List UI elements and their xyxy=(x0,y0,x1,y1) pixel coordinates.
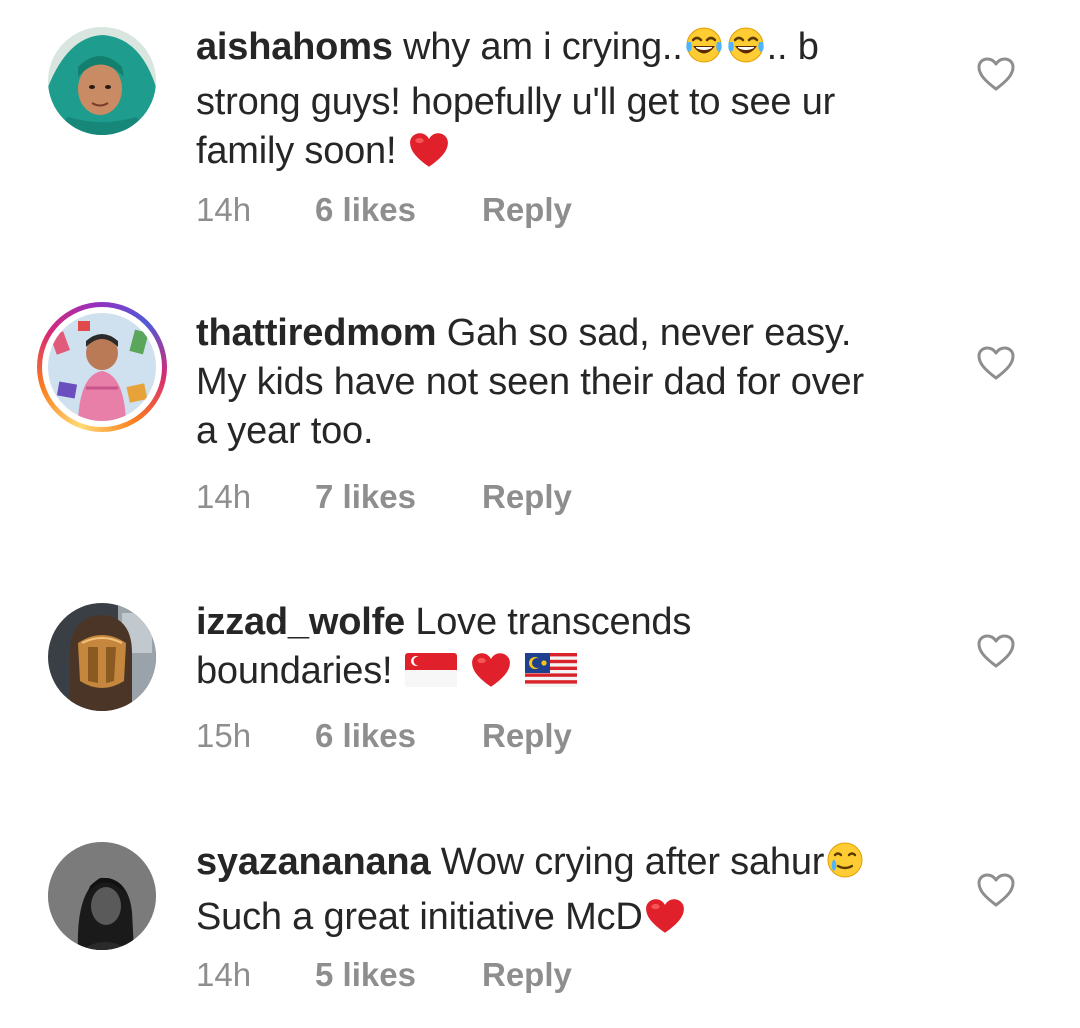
avatar[interactable] xyxy=(48,27,156,135)
comment-timestamp: 14h xyxy=(196,956,252,993)
red-heart-icon xyxy=(408,131,450,182)
comment-body: why am i crying.. xyxy=(403,26,683,68)
comment-text: thattiredmom Gah so sad, never easy. My … xyxy=(196,309,956,456)
comment-body: .. b xyxy=(766,26,819,68)
comment-likes-count[interactable]: 6 likes xyxy=(315,716,416,756)
reply-button[interactable]: Reply xyxy=(482,955,572,995)
comment-likes-count[interactable]: 6 likes xyxy=(315,190,416,230)
smiling-face-with-tear-icon xyxy=(825,840,865,893)
avatar[interactable] xyxy=(37,302,167,432)
reply-button[interactable]: Reply xyxy=(482,716,572,756)
comment-body: family soon! xyxy=(196,130,407,172)
comment-text: syazananana Wow crying after sahur Such … xyxy=(196,838,956,948)
avatar[interactable] xyxy=(48,603,156,711)
heart-outline-icon[interactable] xyxy=(976,56,1016,92)
comment-username[interactable]: izzad_wolfe xyxy=(196,601,405,643)
avatar[interactable] xyxy=(48,842,156,950)
comment-body: Love transcends xyxy=(415,601,692,643)
tears-of-joy-icon xyxy=(726,25,766,78)
comment-timestamp: 14h xyxy=(196,191,252,228)
tears-of-joy-icon xyxy=(684,25,724,78)
comment-username[interactable]: aishahoms xyxy=(196,26,393,68)
comment-body: Gah so sad, never easy. xyxy=(446,312,852,354)
malaysia-flag-icon xyxy=(524,651,578,702)
red-heart-icon xyxy=(470,651,512,702)
comment-username[interactable]: syazananana xyxy=(196,841,431,883)
comment-body: Wow crying after sahur xyxy=(440,841,825,883)
comment-text: izzad_wolfe Love transcends boundaries! xyxy=(196,598,956,702)
comment-username[interactable]: thattiredmom xyxy=(196,312,437,354)
comment-body: Such a great initiative McD xyxy=(196,896,643,938)
heart-outline-icon[interactable] xyxy=(976,633,1016,669)
comment-body: a year too. xyxy=(196,410,374,452)
red-heart-icon xyxy=(644,897,686,948)
heart-outline-icon[interactable] xyxy=(976,872,1016,908)
comment-body: boundaries! xyxy=(196,650,403,692)
comment-timestamp: 14h xyxy=(196,478,252,515)
comment-likes-count[interactable]: 7 likes xyxy=(315,477,416,517)
heart-outline-icon[interactable] xyxy=(976,345,1016,381)
comment-timestamp: 15h xyxy=(196,717,252,754)
reply-button[interactable]: Reply xyxy=(482,190,572,230)
reply-button[interactable]: Reply xyxy=(482,477,572,517)
comment-body: My kids have not seen their dad for over xyxy=(196,361,864,403)
comment-text: aishahoms why am i crying.. .. b strong g… xyxy=(196,23,956,182)
comment-body: strong guys! hopefully u'll get to see u… xyxy=(196,81,836,123)
comment-likes-count[interactable]: 5 likes xyxy=(315,955,416,995)
singapore-flag-icon xyxy=(404,651,458,702)
